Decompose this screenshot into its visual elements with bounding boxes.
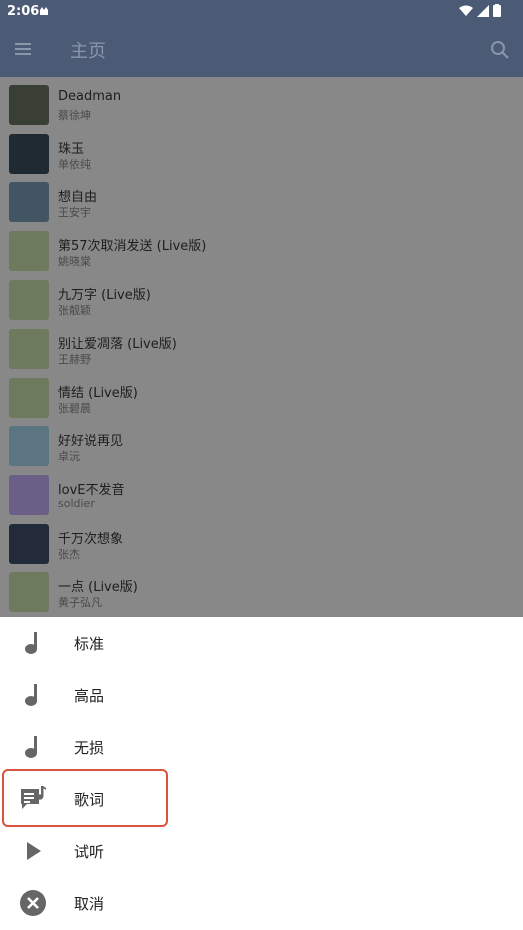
option-cancel[interactable]: 取消 <box>0 877 523 929</box>
album-cover <box>9 329 49 369</box>
quality-bottom-sheet: 标准 高品 无损 歌词 试听 取消 <box>0 617 523 930</box>
option-lossless[interactable]: 无损 <box>0 721 523 773</box>
song-title: lovE不发音 <box>58 483 125 498</box>
song-title: 好好说再见 <box>58 434 124 449</box>
song-title: 九万字 (Live版) <box>58 288 151 303</box>
option-label: 无损 <box>74 739 105 757</box>
song-title: 一点 (Live版) <box>58 580 138 595</box>
song-artist: 蔡徐坤 <box>58 109 91 122</box>
song-artist: 卓沅 <box>58 450 80 463</box>
song-title: 别让爱凋落 (Live版) <box>58 337 177 352</box>
wifi-icon <box>459 5 473 16</box>
song-title: 珠玉 <box>58 142 85 157</box>
song-artist: 王安宇 <box>58 206 91 219</box>
song-title: 想自由 <box>58 190 98 205</box>
song-item[interactable]: 九万字 (Live版) 张靓颖 <box>0 276 523 325</box>
album-cover <box>9 280 49 320</box>
song-artist: 王赫野 <box>58 353 91 366</box>
album-cover <box>9 378 49 418</box>
song-item[interactable]: 别让爱凋落 (Live版) 王赫野 <box>0 325 523 374</box>
page-title: 主页 <box>70 41 106 62</box>
music-note-icon <box>19 733 47 761</box>
album-cover <box>9 231 49 271</box>
song-artist: 张碧晨 <box>58 402 91 415</box>
menu-icon[interactable] <box>14 40 34 58</box>
album-cover <box>9 182 49 222</box>
album-cover <box>9 475 49 515</box>
song-title: Deadman <box>58 89 122 104</box>
option-label: 试听 <box>74 843 105 861</box>
song-item[interactable]: Deadman 蔡徐坤 <box>0 81 523 130</box>
option-label: 标准 <box>74 635 105 653</box>
album-cover <box>9 85 49 125</box>
song-item[interactable]: lovE不发音 soldier <box>0 471 523 520</box>
music-note-icon <box>19 629 47 657</box>
song-title: 第57次取消发送 (Live版) <box>58 239 207 254</box>
status-time: 2:06 <box>7 4 40 19</box>
lyrics-highlight-box <box>2 769 168 827</box>
signal-icon <box>477 4 489 17</box>
option-standard[interactable]: 标准 <box>0 617 523 669</box>
song-artist: 张靓颖 <box>58 304 91 317</box>
album-cover <box>9 134 49 174</box>
song-title: 情结 (Live版) <box>58 386 138 401</box>
album-cover <box>9 572 49 612</box>
play-icon <box>19 837 47 865</box>
album-cover <box>9 524 49 564</box>
song-artist: 单依纯 <box>58 158 91 171</box>
notification-icon <box>38 5 50 21</box>
cancel-icon <box>19 889 47 917</box>
music-note-icon <box>19 681 47 709</box>
song-item[interactable]: 第57次取消发送 (Live版) 姚晓棠 <box>0 227 523 276</box>
song-item[interactable]: 情结 (Live版) 张碧晨 <box>0 374 523 423</box>
song-list: Deadman 蔡徐坤 珠玉 单依纯 想自由 王安宇 第57次取消发送 (Liv… <box>0 77 523 617</box>
album-cover <box>9 426 49 466</box>
option-label: 取消 <box>74 895 105 913</box>
song-item[interactable]: 珠玉 单依纯 <box>0 130 523 179</box>
song-artist: soldier <box>58 497 95 510</box>
option-preview[interactable]: 试听 <box>0 825 523 877</box>
song-artist: 张杰 <box>58 548 80 561</box>
battery-icon <box>493 4 501 17</box>
app-bar: 主页 <box>0 22 523 77</box>
song-item[interactable]: 千万次想象 张杰 <box>0 520 523 569</box>
option-high-quality[interactable]: 高品 <box>0 669 523 721</box>
song-item[interactable]: 一点 (Live版) 黄子弘凡 <box>0 568 523 617</box>
system-icons <box>459 4 501 17</box>
song-item[interactable]: 想自由 王安宇 <box>0 178 523 227</box>
song-artist: 姚晓棠 <box>58 255 91 268</box>
song-title: 千万次想象 <box>58 532 124 547</box>
search-icon[interactable] <box>489 39 511 61</box>
option-label: 高品 <box>74 687 105 705</box>
song-artist: 黄子弘凡 <box>58 596 102 609</box>
song-item[interactable]: 好好说再见 卓沅 <box>0 422 523 471</box>
status-bar: 2:06 <box>0 0 523 22</box>
